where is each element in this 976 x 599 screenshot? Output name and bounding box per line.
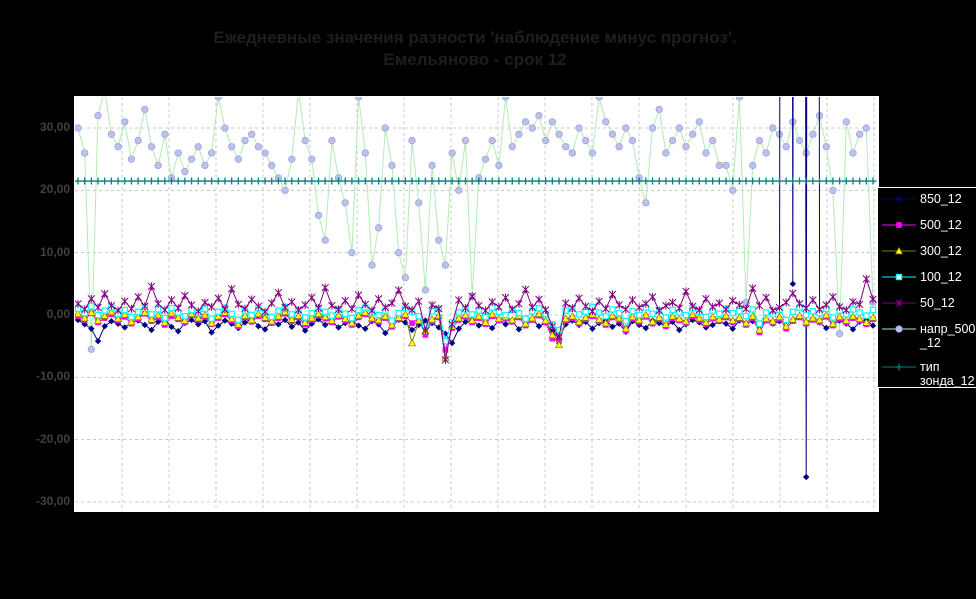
legend-label-100_12: 100_12 bbox=[920, 270, 962, 284]
y-axis-label-5: -20,00 bbox=[35, 431, 70, 446]
legend-item-50_12: 50_12 bbox=[881, 296, 976, 322]
legend-item-напр_500_12: напр_500 _12 bbox=[881, 322, 976, 360]
legend-label-напр_500_12: напр_500 _12 bbox=[920, 322, 976, 350]
legend-marker-напр_500_12 bbox=[882, 325, 916, 333]
legend: 850_12 500_12 300_12 100_12 50_12 напр_500 _12… bbox=[877, 187, 976, 388]
legend-item-тип зонда_12: тип зонда_12 bbox=[881, 360, 976, 398]
y-axis-label-6: -30,00 bbox=[35, 493, 70, 508]
y-axis-label-4: -10,00 bbox=[35, 369, 70, 384]
chart-canvas: { "title": { "line1": "Ежедневные значен… bbox=[0, 0, 976, 599]
legend-marker-300_12 bbox=[882, 246, 916, 255]
legend-item-850_12: 850_12 bbox=[881, 192, 976, 218]
legend-label-500_12: 500_12 bbox=[920, 218, 962, 232]
y-axis-label-3: 0,00 bbox=[46, 307, 70, 321]
chart-title: Ежедневные значения разности 'наблюдение… bbox=[40, 27, 910, 71]
plot-area bbox=[74, 96, 879, 512]
y-axis-label-0: 30,00 bbox=[39, 120, 70, 135]
legend-marker-500_12 bbox=[882, 222, 916, 228]
legend-label-50_12: 50_12 bbox=[920, 296, 955, 310]
y-axis-label-1: 20,00 bbox=[39, 182, 70, 197]
legend-item-100_12: 100_12 bbox=[881, 270, 976, 296]
legend-label-300_12: 300_12 bbox=[920, 244, 962, 258]
legend-marker-50_12 bbox=[882, 299, 916, 307]
data-label-19: 19 bbox=[863, 153, 877, 167]
legend-label-тип зонда_12: тип зонда_12 bbox=[920, 360, 975, 388]
legend-item-500_12: 500_12 bbox=[881, 218, 976, 244]
legend-label-850_12: 850_12 bbox=[920, 192, 962, 206]
chart-title-line2: Емельяново - срок 12 bbox=[383, 50, 567, 69]
legend-marker-100_12 bbox=[882, 273, 916, 281]
plot-svg bbox=[75, 97, 878, 511]
legend-marker-тип зонда_12 bbox=[882, 363, 916, 371]
y-axis-label-2: 10,00 bbox=[39, 244, 70, 259]
chart-title-line1: Ежедневные значения разности 'наблюдение… bbox=[213, 28, 737, 47]
legend-marker-850_12 bbox=[882, 195, 916, 203]
legend-item-300_12: 300_12 bbox=[881, 244, 976, 270]
